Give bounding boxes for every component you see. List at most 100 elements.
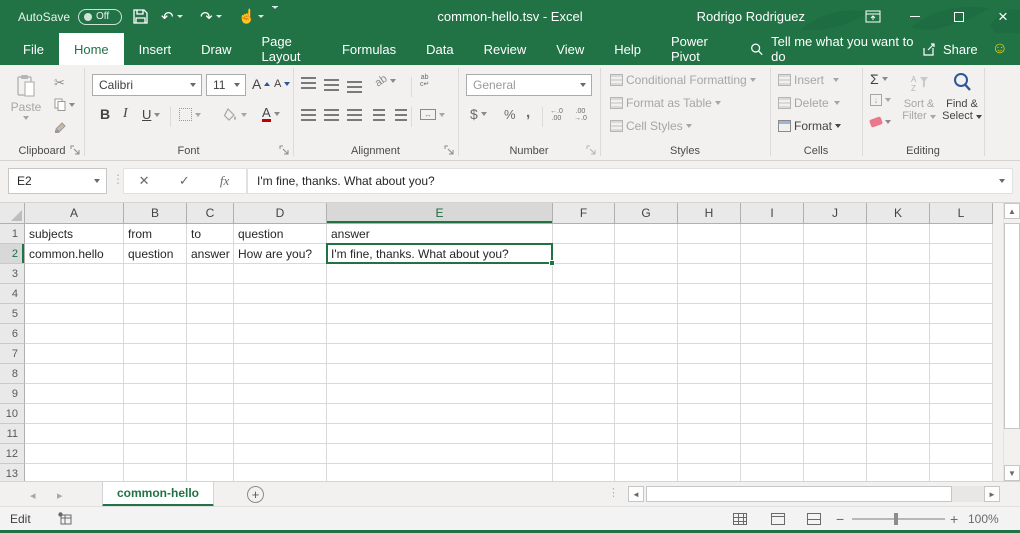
cell-A10[interactable]: [25, 404, 124, 424]
copy-button[interactable]: [54, 98, 75, 111]
cell-F4[interactable]: [553, 284, 615, 304]
tell-me-box[interactable]: Tell me what you want to do: [750, 33, 922, 65]
formula-input[interactable]: I'm fine, thanks. What about you?: [247, 168, 1013, 194]
close-button[interactable]: ×: [986, 0, 1020, 33]
cell-G12[interactable]: [615, 444, 678, 464]
cell-C8[interactable]: [187, 364, 234, 384]
customize-qat-button[interactable]: [272, 0, 278, 33]
tab-review[interactable]: Review: [469, 33, 542, 65]
cell-L1[interactable]: [930, 224, 993, 244]
cell-K1[interactable]: [867, 224, 930, 244]
cell-B9[interactable]: [124, 384, 187, 404]
scroll-down-button[interactable]: ▼: [1004, 465, 1020, 481]
cell-C3[interactable]: [187, 264, 234, 284]
clear-caret-icon[interactable]: [885, 120, 891, 124]
cell-E1[interactable]: answer: [327, 224, 553, 244]
cell-G5[interactable]: [615, 304, 678, 324]
row-header-12[interactable]: 12: [0, 444, 25, 464]
column-header-I[interactable]: I: [741, 203, 804, 224]
cell-F7[interactable]: [553, 344, 615, 364]
cell-G7[interactable]: [615, 344, 678, 364]
find-select-button[interactable]: Find &Select: [940, 71, 984, 122]
increase-indent-button[interactable]: [395, 109, 407, 121]
cell-C13[interactable]: [187, 464, 234, 481]
merge-center-caret-icon[interactable]: [439, 113, 445, 117]
tab-draw[interactable]: Draw: [186, 33, 246, 65]
cell-A9[interactable]: [25, 384, 124, 404]
accounting-caret-icon[interactable]: [481, 112, 487, 116]
cell-H10[interactable]: [678, 404, 741, 424]
cell-H12[interactable]: [678, 444, 741, 464]
cell-C11[interactable]: [187, 424, 234, 444]
cell-B5[interactable]: [124, 304, 187, 324]
cell-D10[interactable]: [234, 404, 327, 424]
row-header-9[interactable]: 9: [0, 384, 25, 404]
cell-D9[interactable]: [234, 384, 327, 404]
cell-E11[interactable]: [327, 424, 553, 444]
cell-F3[interactable]: [553, 264, 615, 284]
font-color-button[interactable]: A: [262, 106, 280, 122]
row-header-2[interactable]: 2: [0, 244, 25, 264]
cell-E10[interactable]: [327, 404, 553, 424]
cell-F2[interactable]: [553, 244, 615, 264]
zoom-out-button[interactable]: −: [836, 511, 844, 527]
cell-C7[interactable]: [187, 344, 234, 364]
cell-H3[interactable]: [678, 264, 741, 284]
cell-J4[interactable]: [804, 284, 867, 304]
cell-I7[interactable]: [741, 344, 804, 364]
cell-J2[interactable]: [804, 244, 867, 264]
cell-L8[interactable]: [930, 364, 993, 384]
cut-button[interactable]: ✂: [54, 75, 65, 91]
cell-D4[interactable]: [234, 284, 327, 304]
ribbon-display-options-button[interactable]: [856, 0, 890, 33]
cell-K9[interactable]: [867, 384, 930, 404]
borders-button[interactable]: [179, 108, 201, 121]
clipboard-dialog-launcher[interactable]: [70, 145, 81, 156]
cell-D6[interactable]: [234, 324, 327, 344]
cell-D11[interactable]: [234, 424, 327, 444]
cell-L5[interactable]: [930, 304, 993, 324]
font-dialog-launcher[interactable]: [279, 145, 290, 156]
cell-G4[interactable]: [615, 284, 678, 304]
zoom-slider-thumb[interactable]: [894, 513, 898, 525]
cell-D7[interactable]: [234, 344, 327, 364]
tab-view[interactable]: View: [541, 33, 599, 65]
cell-I6[interactable]: [741, 324, 804, 344]
fill-color-caret-icon[interactable]: [241, 113, 247, 117]
cell-K6[interactable]: [867, 324, 930, 344]
cell-A3[interactable]: [25, 264, 124, 284]
column-header-K[interactable]: K: [867, 203, 930, 224]
cell-H8[interactable]: [678, 364, 741, 384]
cell-B8[interactable]: [124, 364, 187, 384]
cell-H5[interactable]: [678, 304, 741, 324]
cell-B7[interactable]: [124, 344, 187, 364]
row-header-8[interactable]: 8: [0, 364, 25, 384]
autosave-toggle[interactable]: Off: [78, 0, 122, 33]
cell-K2[interactable]: [867, 244, 930, 264]
percent-style-button[interactable]: %: [504, 107, 516, 122]
cell-G11[interactable]: [615, 424, 678, 444]
underline-caret-icon[interactable]: [154, 113, 160, 117]
align-right-button[interactable]: [347, 109, 362, 121]
insert-cells-button[interactable]: Insert: [778, 73, 839, 87]
cancel-button[interactable]: ✕: [124, 173, 164, 189]
cell-D13[interactable]: [234, 464, 327, 481]
sheet-tab-common-hello[interactable]: common-hello: [102, 482, 214, 507]
cell-D5[interactable]: [234, 304, 327, 324]
accounting-format-button[interactable]: $: [470, 106, 487, 122]
cell-A4[interactable]: [25, 284, 124, 304]
touch-mouse-mode-button[interactable]: ☝: [238, 0, 264, 33]
share-button[interactable]: Share: [922, 42, 978, 57]
cell-L7[interactable]: [930, 344, 993, 364]
row-header-4[interactable]: 4: [0, 284, 25, 304]
cell-D12[interactable]: [234, 444, 327, 464]
cell-H7[interactable]: [678, 344, 741, 364]
cell-J6[interactable]: [804, 324, 867, 344]
cell-I9[interactable]: [741, 384, 804, 404]
tab-data[interactable]: Data: [411, 33, 468, 65]
align-left-button[interactable]: [301, 109, 316, 121]
cell-F12[interactable]: [553, 444, 615, 464]
shrink-font-button[interactable]: A: [274, 78, 290, 90]
cell-B3[interactable]: [124, 264, 187, 284]
tab-insert[interactable]: Insert: [124, 33, 187, 65]
